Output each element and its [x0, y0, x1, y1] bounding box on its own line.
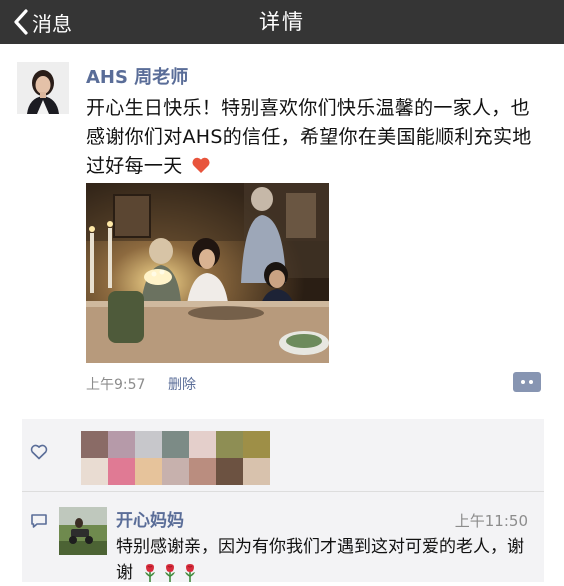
- blurred-avatar[interactable]: [162, 458, 189, 485]
- blurred-avatar[interactable]: [135, 431, 162, 458]
- birthday-party-photo: [86, 183, 329, 363]
- rose-emoji-icon: [165, 564, 175, 582]
- blurred-avatar[interactable]: [243, 458, 270, 485]
- comment-timestamp: 上午11:50: [454, 512, 528, 530]
- blurred-avatar[interactable]: [189, 458, 216, 485]
- more-actions-button[interactable]: [513, 372, 541, 392]
- avatar-photo: [17, 62, 69, 114]
- avatar-photo: [59, 507, 107, 555]
- rose-emoji-icon: [185, 564, 195, 582]
- more-dot-icon: [521, 380, 525, 384]
- page-title: 详情: [259, 10, 305, 34]
- commenter-avatar[interactable]: [59, 507, 107, 555]
- blurred-avatar[interactable]: [216, 431, 243, 458]
- blurred-avatar[interactable]: [135, 458, 162, 485]
- more-dot-icon: [529, 380, 533, 384]
- blurred-avatar[interactable]: [81, 431, 108, 458]
- post-timestamp: 上午9:57: [86, 377, 146, 393]
- nav-bar: 消息 详情: [0, 0, 564, 44]
- blurred-avatar[interactable]: [162, 431, 189, 458]
- rose-emoji-icon: [145, 564, 155, 582]
- blurred-avatar[interactable]: [108, 458, 135, 485]
- post-text-content: 开心生日快乐！特别喜欢你们快乐温馨的一家人，也感谢你们对AHS的信任，希望你在美…: [86, 97, 532, 177]
- heart-outline-icon: [30, 444, 48, 460]
- blurred-avatar[interactable]: [81, 458, 108, 485]
- liked-users-blurred: [81, 431, 270, 485]
- blurred-avatar[interactable]: [216, 458, 243, 485]
- comment-text: 特别感谢亲，因为有你我们才遇到这对可爱的老人，谢谢: [116, 534, 526, 586]
- delete-link[interactable]: 删除: [168, 374, 196, 394]
- author-avatar[interactable]: [17, 62, 69, 114]
- blurred-avatar[interactable]: [108, 431, 135, 458]
- post-photo[interactable]: [86, 183, 329, 363]
- commenter-name[interactable]: 开心妈妈: [116, 506, 184, 531]
- blurred-avatar[interactable]: [243, 431, 270, 458]
- rose-emoji-group: [137, 560, 197, 586]
- red-heart-emoji-icon: [192, 157, 210, 173]
- divider: [22, 491, 544, 492]
- interaction-panel: 开心妈妈 上午11:50 特别感谢亲，因为有你我们才遇到这对可爱的老人，谢谢: [22, 419, 544, 583]
- comment-icon: [31, 514, 47, 528]
- post-text: 开心生日快乐！特别喜欢你们快乐温馨的一家人，也感谢你们对AHS的信任，希望你在美…: [86, 94, 536, 181]
- post-author-name[interactable]: AHS 周老师: [86, 63, 188, 89]
- blurred-avatar[interactable]: [189, 431, 216, 458]
